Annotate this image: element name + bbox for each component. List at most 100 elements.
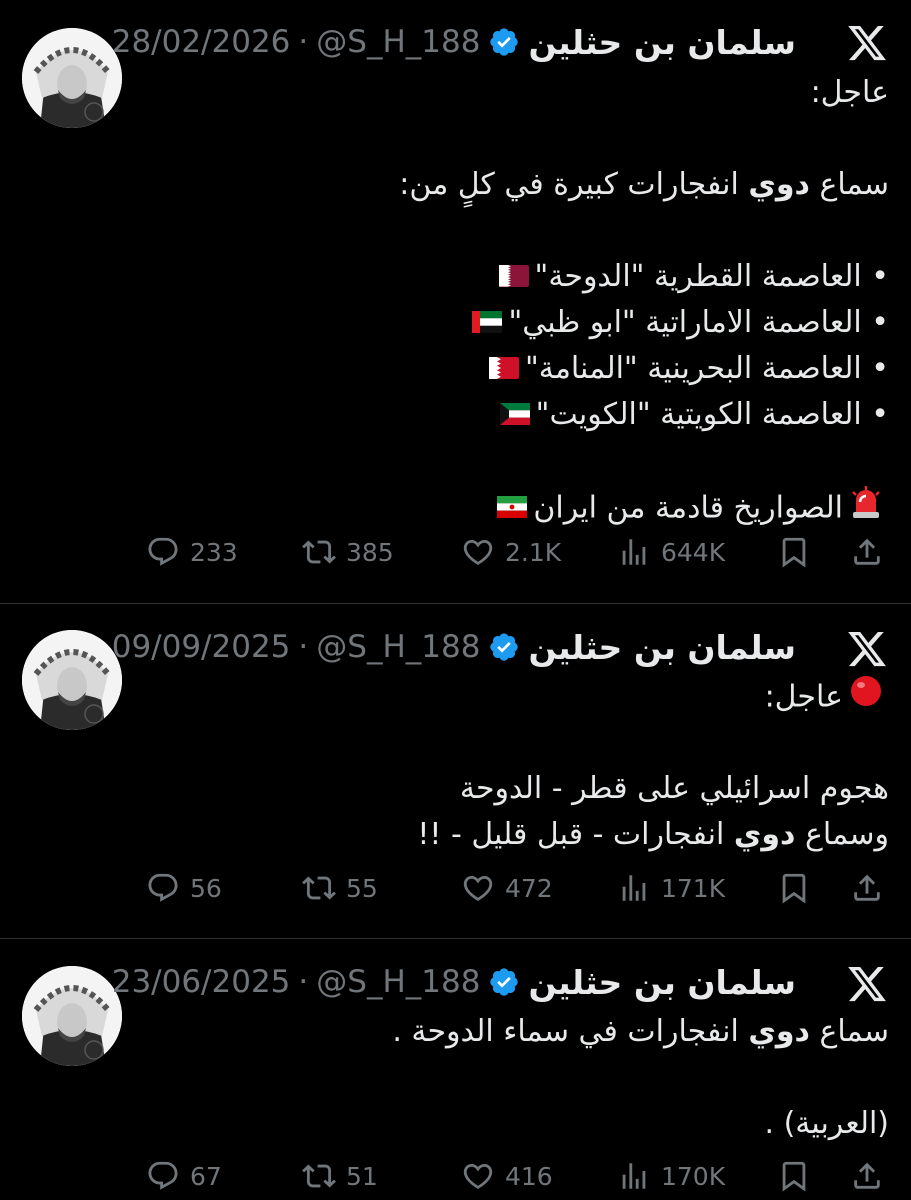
views-button[interactable]: 170K (617, 1156, 725, 1196)
bookmark-button[interactable] (777, 1156, 811, 1196)
user-handle[interactable]: @S_H_188 (316, 964, 480, 1000)
tweet-line: سماع دوي انفجارات في سماء الدوحة . (189, 1009, 889, 1055)
tweet-line-text: انفجارات كبيرة في كلٍ من: (399, 167, 749, 202)
tweet-actions: 56 55 472 171K (0, 868, 911, 908)
tweet-line-text: سماع (809, 1014, 889, 1049)
share-button[interactable] (850, 1156, 884, 1196)
share-icon (850, 535, 884, 569)
tweet-line-text: • العاصمة القطرية "الدوحة" (534, 259, 889, 294)
tweet-line-text: سماع (809, 167, 889, 202)
iran-flag-icon (497, 486, 528, 532)
tweet-line-text: هجوم اسرائيلي على قطر - الدوحة (459, 771, 889, 806)
reply-button[interactable]: 67 (146, 1156, 222, 1196)
reply-button[interactable]: 56 (146, 868, 222, 908)
tweet-2[interactable]: 09/09/2025 · @S_H_188 سلمان بن حثلين عاج… (0, 604, 911, 938)
views-count: 170K (661, 1161, 726, 1191)
tweet-line-text: (العربية) . (764, 1106, 889, 1141)
tweet-header: 09/09/2025 · @S_H_188 سلمان بن حثلين (112, 625, 796, 669)
kuwait-flag-icon (499, 393, 530, 439)
views-icon (617, 1159, 651, 1193)
reposts-count: 55 (346, 873, 378, 903)
x-logo-icon (846, 628, 888, 670)
tweet-line-text: انفجارات في سماء الدوحة . (392, 1014, 749, 1049)
verified-badge-icon (488, 966, 520, 998)
user-handle[interactable]: @S_H_188 (316, 629, 480, 665)
tweet-line: • العاصمة البحرينية "المنامة" (189, 346, 889, 392)
tweet-line: • العاصمة القطرية "الدوحة" (189, 254, 889, 300)
separator-dot: · (298, 964, 309, 1000)
tweet-line: سماع دوي انفجارات كبيرة في كلٍ من: (189, 162, 889, 208)
like-button[interactable]: 2.1K (461, 532, 561, 572)
tweet-line-text: وسماع (795, 817, 889, 852)
bookmark-icon (777, 1159, 811, 1193)
bookmark-icon (777, 871, 811, 905)
tweet-actions: 233 385 2.1K 644K (0, 532, 911, 572)
tweet-line-text: • العاصمة الكويتية "الكويت" (535, 397, 889, 432)
tweet-text: عاجل: سماع دوي انفجارات كبيرة في كلٍ من: •… (189, 70, 889, 530)
bookmark-button[interactable] (777, 868, 811, 908)
share-icon (850, 871, 884, 905)
replies-count: 56 (190, 873, 222, 903)
bahrain-flag-icon (488, 347, 519, 393)
views-icon (617, 871, 651, 905)
likes-count: 2.1K (505, 537, 562, 567)
avatar[interactable] (22, 630, 122, 730)
tweet-bold-text: دوي (748, 167, 810, 202)
tweet-text: عاجل: هجوم اسرائيلي على قطر - الدوحة وسماع… (189, 674, 889, 858)
share-icon (850, 1159, 884, 1193)
reposts-count: 385 (346, 537, 394, 567)
bookmark-icon (777, 535, 811, 569)
separator-dot: · (298, 629, 309, 665)
verified-badge-icon (488, 26, 520, 58)
display-name[interactable]: سلمان بن حثلين (528, 628, 796, 667)
like-button[interactable]: 416 (461, 1156, 553, 1196)
x-logo-icon (846, 22, 888, 64)
repost-button[interactable]: 385 (302, 532, 394, 572)
views-count: 644K (661, 537, 726, 567)
repost-button[interactable]: 55 (302, 868, 378, 908)
views-button[interactable]: 644K (617, 532, 725, 572)
display-name[interactable]: سلمان بن حثلين (528, 963, 796, 1002)
tweet-date[interactable]: 09/09/2025 (112, 629, 291, 665)
user-handle[interactable]: @S_H_188 (316, 24, 480, 60)
replies-count: 67 (190, 1161, 222, 1191)
tweet-3[interactable]: 23/06/2025 · @S_H_188 سلمان بن حثلين سما… (0, 939, 911, 1200)
verified-badge-icon (488, 631, 520, 663)
share-button[interactable] (850, 868, 884, 908)
like-icon (461, 871, 495, 905)
tweet-line-text: عاجل: (764, 679, 843, 715)
tweet-date[interactable]: 23/06/2025 (112, 964, 291, 1000)
avatar[interactable] (22, 966, 122, 1066)
like-button[interactable]: 472 (461, 868, 553, 908)
like-icon (461, 1159, 495, 1193)
views-button[interactable]: 171K (617, 868, 725, 908)
tweet-bold-text: دوي (748, 1014, 810, 1049)
tweet-line: • العاصمة الاماراتية "ابو ظبي" (189, 300, 889, 346)
views-icon (617, 535, 651, 569)
tweet-line-text: • العاصمة الاماراتية "ابو ظبي" (508, 305, 889, 340)
tweet-actions: 67 51 416 170K (0, 1156, 911, 1196)
tweet-1[interactable]: 28/02/2026 · @S_H_188 سلمان بن حثلين عاج… (0, 0, 911, 603)
repost-icon (302, 871, 336, 905)
display-name[interactable]: سلمان بن حثلين (528, 23, 796, 62)
share-button[interactable] (850, 532, 884, 572)
repost-icon (302, 1159, 336, 1193)
tweet-line: (العربية) . (189, 1101, 889, 1147)
bookmark-button[interactable] (777, 532, 811, 572)
tweet-line: عاجل: (189, 674, 889, 720)
red-circle-icon (849, 674, 883, 722)
tweet-date[interactable]: 28/02/2026 (112, 24, 291, 60)
tweet-line-text: الصواريخ قادمة من ايران (533, 490, 843, 526)
replies-count: 233 (190, 537, 238, 567)
reply-button[interactable]: 233 (146, 532, 238, 572)
tweet-line-text: عاجل: (810, 75, 889, 110)
tweet-line: عاجل: (189, 70, 889, 116)
qatar-flag-icon (498, 255, 529, 301)
avatar[interactable] (22, 28, 122, 128)
views-count: 171K (661, 873, 726, 903)
repost-button[interactable]: 51 (302, 1156, 378, 1196)
